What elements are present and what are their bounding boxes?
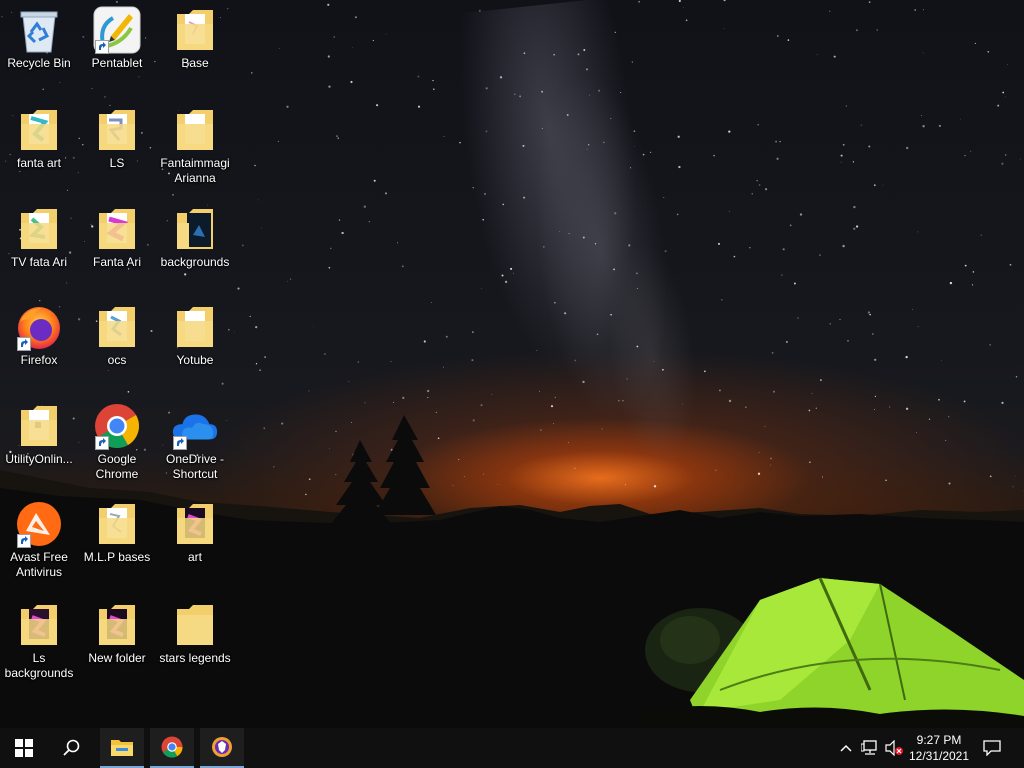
folder-icon <box>171 303 219 351</box>
desktop-icon-onedrive[interactable]: OneDrive - Shortcut <box>157 402 233 482</box>
icon-label: Fantaimmagi Arianna <box>160 156 230 185</box>
onedrive-icon <box>171 402 219 450</box>
icon-label: stars legends <box>159 651 231 665</box>
file-explorer-icon <box>111 740 133 756</box>
chevron-up-icon <box>840 744 852 752</box>
desktop-icon-tv-fata-ari[interactable]: TV fata Ari <box>1 205 77 270</box>
firefox-icon <box>15 303 63 351</box>
icon-label: Avast Free Antivirus <box>10 550 68 579</box>
desktop-icon-recycle-bin[interactable]: Recycle Bin <box>1 6 77 71</box>
taskbar-chrome[interactable] <box>150 728 194 768</box>
icon-label: backgrounds <box>160 255 230 269</box>
search-icon <box>63 739 80 756</box>
folder-icon <box>93 601 141 649</box>
shortcut-arrow-icon <box>17 534 31 548</box>
desktop-icon-ls[interactable]: LS <box>79 106 155 171</box>
icon-label: Google Chrome <box>95 452 139 481</box>
desktop-icon-ocs[interactable]: ocs <box>79 303 155 368</box>
icon-label: Yotube <box>176 353 214 367</box>
brave-icon <box>212 737 232 757</box>
folder-icon <box>93 106 141 154</box>
volume-button[interactable] <box>882 728 906 768</box>
pentablet-icon <box>93 6 141 54</box>
search-button[interactable] <box>48 728 96 768</box>
network-icon <box>861 740 877 755</box>
desktop-icon-avast[interactable]: Avast Free Antivirus <box>1 500 77 580</box>
chrome-icon <box>93 402 141 450</box>
shortcut-arrow-icon <box>95 40 109 54</box>
shortcut-arrow-icon <box>95 436 109 450</box>
chrome-icon <box>161 736 183 758</box>
speaker-muted-icon <box>885 740 903 756</box>
network-button[interactable] <box>858 728 882 768</box>
icon-label: OneDrive - Shortcut <box>165 452 224 481</box>
folder-icon <box>93 303 141 351</box>
taskbar-clock[interactable]: 9:27 PM 12/31/2021 <box>904 732 974 764</box>
icon-label: Ls backgrounds <box>4 651 74 680</box>
icon-label: Fanta Ari <box>92 255 142 269</box>
icon-label: ocs <box>107 353 127 367</box>
icon-label: art <box>187 550 202 564</box>
folder-icon <box>171 601 219 649</box>
icon-label: LS <box>109 156 125 170</box>
desktop-icon-google-chrome[interactable]: Google Chrome <box>79 402 155 482</box>
desktop-icon-fantaimmagi[interactable]: Fantaimmagi Arianna <box>157 106 233 186</box>
desktop-icon-utilityonline[interactable]: UtilityOnlin... <box>1 402 77 467</box>
taskbar-brave[interactable] <box>200 728 244 768</box>
icon-label: fanta art <box>16 156 62 170</box>
desktop-icon-ls-backgrounds[interactable]: Ls backgrounds <box>1 601 77 681</box>
shortcut-arrow-icon <box>17 337 31 351</box>
icon-label: TV fata Ari <box>10 255 68 269</box>
folder-icon <box>171 6 219 54</box>
recycle-bin-icon <box>15 6 63 54</box>
desktop-icon-stars-legends[interactable]: stars legends <box>157 601 233 666</box>
folder-icon <box>171 106 219 154</box>
desktop-icon-pentablet[interactable]: Pentablet <box>79 6 155 71</box>
icon-label: New folder <box>88 651 146 665</box>
icon-label: UtilityOnlin... <box>5 452 73 466</box>
folder-icon <box>171 500 219 548</box>
avast-icon <box>15 500 63 548</box>
desktop-icon-art[interactable]: art <box>157 500 233 565</box>
start-button[interactable] <box>0 728 48 768</box>
folder-icon <box>15 601 63 649</box>
icon-label: Firefox <box>20 353 58 367</box>
folder-icon <box>15 402 63 450</box>
desktop-icon-fanta-ari[interactable]: Fanta Ari <box>79 205 155 270</box>
folder-icon <box>93 205 141 253</box>
desktop-icon-base[interactable]: Base <box>157 6 233 71</box>
folder-icon <box>93 500 141 548</box>
folder-icon <box>15 205 63 253</box>
desktop-icon-new-folder[interactable]: New folder <box>79 601 155 666</box>
windows-logo-icon <box>15 739 33 757</box>
desktop-icon-fanta-art[interactable]: fanta art <box>1 106 77 171</box>
notification-icon <box>983 740 1001 756</box>
desktop-icon-mlp-bases[interactable]: M.L.P bases <box>79 500 155 565</box>
folder-icon <box>171 205 219 253</box>
desktop-icon-yotube[interactable]: Yotube <box>157 303 233 368</box>
folder-icon <box>15 106 63 154</box>
show-hidden-icons-button[interactable] <box>836 728 856 768</box>
clock-date: 12/31/2021 <box>908 749 970 763</box>
icon-label: M.L.P bases <box>83 550 151 564</box>
icon-label: Base <box>181 56 209 70</box>
icon-label: Pentablet <box>91 56 143 70</box>
action-center-button[interactable] <box>978 728 1006 768</box>
clock-time: 9:27 PM <box>916 733 962 747</box>
desktop-icon-backgrounds[interactable]: backgrounds <box>157 205 233 270</box>
shortcut-arrow-icon <box>173 436 187 450</box>
taskbar: 9:27 PM 12/31/2021 <box>0 728 1024 768</box>
taskbar-file-explorer[interactable] <box>100 728 144 768</box>
icon-label: Recycle Bin <box>7 56 71 70</box>
desktop-icon-firefox[interactable]: Firefox <box>1 303 77 368</box>
